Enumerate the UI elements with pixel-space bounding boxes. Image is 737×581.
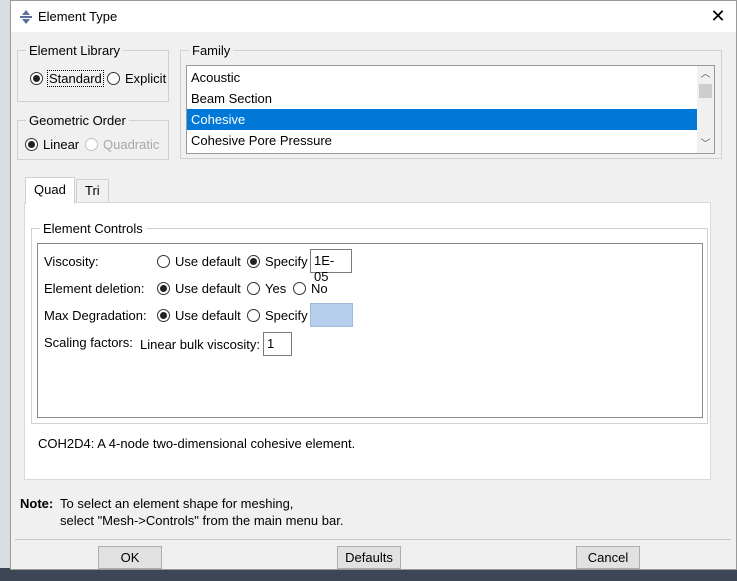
deletion-use-default-label: Use default [175, 281, 241, 296]
family-scrollbar[interactable]: ︿ ﹀ [697, 66, 714, 153]
degradation-value-field[interactable] [310, 303, 353, 327]
scroll-thumb[interactable] [699, 84, 712, 98]
deletion-yes-indicator[interactable] [247, 282, 260, 295]
max-degradation-label: Max Degradation: [44, 308, 147, 323]
family-item-beam-section[interactable]: Beam Section [187, 88, 697, 109]
degradation-use-default-indicator[interactable] [157, 309, 170, 322]
radio-quadratic-label: Quadratic [103, 137, 160, 152]
deletion-no-indicator[interactable] [293, 282, 306, 295]
geometric-order-legend: Geometric Order [29, 113, 126, 128]
tab-quad[interactable]: Quad [25, 177, 75, 204]
deletion-no[interactable]: No [293, 281, 328, 296]
tab-tri[interactable]: Tri [76, 179, 109, 203]
radio-linear-label: Linear [43, 137, 80, 152]
deletion-yes[interactable]: Yes [247, 281, 286, 296]
close-button[interactable]: ✕ [706, 5, 730, 29]
degradation-specify[interactable]: Specify [247, 308, 308, 323]
viscosity-specify-label: Specify [265, 254, 308, 269]
radio-explicit-label: Explicit [125, 71, 167, 86]
viscosity-specify[interactable]: Specify [247, 254, 308, 269]
title-bar[interactable]: Element Type ✕ [11, 1, 736, 32]
deletion-yes-label: Yes [265, 281, 287, 296]
ok-button[interactable]: OK [98, 546, 162, 569]
radio-linear[interactable]: Linear [25, 137, 79, 152]
note-line-1: To select an element shape for meshing, [60, 496, 294, 511]
cancel-button[interactable]: Cancel [576, 546, 640, 569]
radio-quadratic-indicator[interactable] [85, 138, 98, 151]
window-title: Element Type [38, 9, 118, 24]
scroll-up-icon[interactable]: ︿ [697, 66, 714, 83]
scroll-down-icon[interactable]: ﹀ [697, 136, 714, 153]
background-toolbar-strip [0, 0, 10, 581]
viscosity-value-field[interactable]: 1E-05 [310, 249, 352, 284]
note-line-2: select "Mesh->Controls" from the main me… [60, 513, 344, 528]
viscosity-label: Viscosity: [44, 254, 99, 269]
degradation-specify-label: Specify [265, 308, 308, 323]
defaults-button[interactable]: Defaults [337, 546, 401, 569]
family-legend: Family [192, 43, 231, 58]
scaling-factors-label: Scaling factors: [44, 335, 133, 350]
radio-standard-label: Standard [47, 70, 104, 87]
family-item-cohesive-pore-pressure[interactable]: Cohesive Pore Pressure [187, 130, 697, 151]
radio-quadratic[interactable]: Quadratic [85, 137, 159, 152]
radio-linear-indicator[interactable] [25, 138, 38, 151]
radio-explicit[interactable]: Explicit [107, 71, 166, 86]
radio-standard[interactable]: Standard [30, 70, 104, 87]
viscosity-specify-indicator[interactable] [247, 255, 260, 268]
viscosity-use-default-label: Use default [175, 254, 241, 269]
element-library-legend: Element Library [29, 43, 121, 58]
deletion-use-default-indicator[interactable] [157, 282, 170, 295]
degradation-use-default-label: Use default [175, 308, 241, 323]
viscosity-use-default[interactable]: Use default [157, 254, 241, 269]
radio-explicit-indicator[interactable] [107, 72, 120, 85]
element-controls-legend: Element Controls [43, 221, 143, 236]
degradation-specify-indicator[interactable] [247, 309, 260, 322]
element-deletion-label: Element deletion: [44, 281, 145, 296]
deletion-no-label: No [311, 281, 328, 296]
button-separator [15, 539, 731, 540]
viscosity-use-default-indicator[interactable] [157, 255, 170, 268]
family-item-acoustic[interactable]: Acoustic [187, 67, 697, 88]
note-label: Note: [20, 496, 54, 511]
element-controls-box [37, 243, 703, 418]
element-type-dialog: Element Type ✕ Element Library Standard … [10, 0, 737, 570]
family-item-cohesive[interactable]: Cohesive [187, 109, 697, 130]
deletion-use-default[interactable]: Use default [157, 281, 241, 296]
linear-bulk-viscosity-label: Linear bulk viscosity: [140, 337, 260, 352]
element-description: COH2D4: A 4-node two-dimensional cohesiv… [38, 436, 356, 451]
app-icon [20, 10, 32, 24]
family-listbox[interactable]: Acoustic Beam Section Cohesive Cohesive … [186, 65, 715, 154]
degradation-use-default[interactable]: Use default [157, 308, 241, 323]
radio-standard-indicator[interactable] [30, 72, 43, 85]
linear-bulk-viscosity-field[interactable]: 1 [263, 332, 292, 356]
